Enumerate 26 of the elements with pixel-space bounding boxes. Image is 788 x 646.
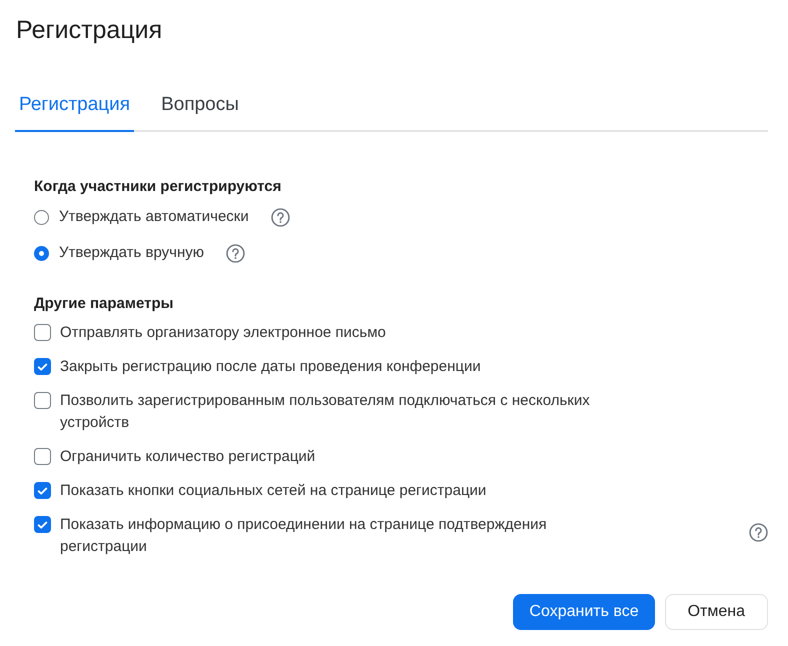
cancel-button[interactable]: Отмена [664, 594, 768, 630]
option-label: Закрыть регистрацию после даты проведения конференции [60, 357, 481, 377]
option-label: Показать информацию о присоединении на странице подтверждения регистрации [60, 515, 548, 557]
help-icon[interactable] [226, 244, 246, 262]
help-icon[interactable] [270, 208, 290, 226]
option-label: Ограничить количество регистраций [60, 447, 316, 467]
section-heading: Когда участники регистрируются [34, 178, 282, 195]
help-icon[interactable] [749, 523, 768, 542]
window-title: Регистрация [15, 15, 164, 46]
save-button[interactable]: Сохранить все [513, 594, 655, 630]
checkbox[interactable] [34, 392, 51, 409]
radio-button[interactable] [34, 210, 49, 224]
option-label: Показать кнопки социальных сетей на странице регистрации [60, 481, 486, 501]
checkbox[interactable] [34, 482, 51, 499]
checkbox[interactable] [34, 324, 51, 341]
tab[interactable]: Вопросы [157, 88, 243, 132]
tab[interactable]: Регистрация [15, 88, 134, 132]
option-label: Утверждать автоматически [59, 207, 249, 227]
option-label: Утверждать вручную [59, 243, 204, 263]
radio-button[interactable] [34, 246, 49, 260]
checkbox[interactable] [34, 358, 51, 375]
option-label: Отправлять организатору электронное письмо [60, 323, 386, 343]
section-heading: Другие параметры [34, 295, 174, 312]
option-label: Позволить зарегистрированным пользователям подключаться с нескольких устройств [60, 391, 591, 433]
checkbox[interactable] [34, 516, 51, 533]
checkbox[interactable] [34, 448, 51, 465]
